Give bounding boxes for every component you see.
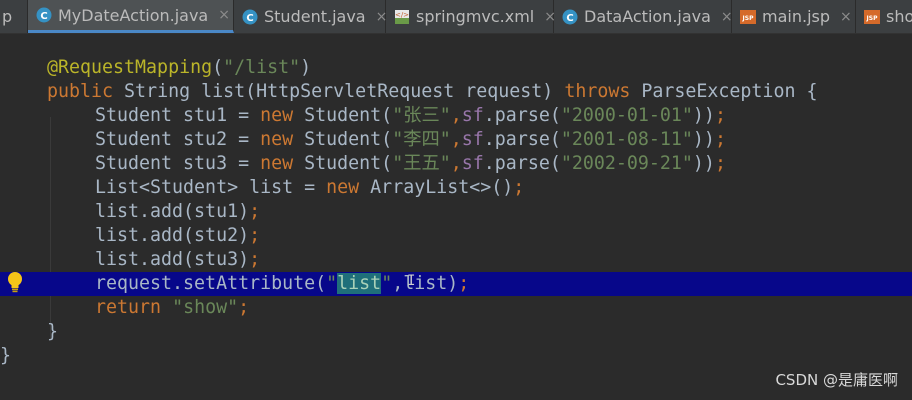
tab-partial-left[interactable]: p [0,0,28,33]
string-literal: "show" [172,297,239,318]
keyword-token: return [95,297,162,318]
code-line-6[interactable]: List<Student> list = new ArrayList<>(); [0,176,912,200]
svg-text:C: C [566,13,573,24]
code-line-2[interactable]: public String list(HttpServletRequest re… [0,80,912,104]
jsp-file-icon: JSP [864,9,880,25]
tab-student-java[interactable]: C Student.java × [234,0,387,33]
string-literal: "/list" [223,57,301,78]
string-literal: "王五" [392,153,451,174]
java-class-icon: C [36,7,52,23]
string-literal: "2002-09-21" [560,153,693,174]
tab-show-jsp-partial[interactable]: JSP sho [856,0,912,33]
svg-text:</>: </> [395,11,409,19]
field-token: sf [461,105,484,126]
tab-label: sho [886,7,912,26]
xml-file-icon: </> [394,9,410,25]
code-editor[interactable]: @RequestMapping("/list") public String l… [0,34,912,400]
tab-label: DataAction.java [584,7,711,26]
string-literal: "2001-08-11" [560,129,693,150]
code-line-1[interactable]: @RequestMapping("/list") [0,56,912,80]
keyword-token: new [260,105,294,126]
code-line-11[interactable]: return "show"; [0,296,912,320]
annotation-token: @RequestMapping [47,57,213,78]
close-icon[interactable]: × [721,9,733,25]
code-line-9[interactable]: list.add(stu3); [0,248,912,272]
field-token: sf [461,129,484,150]
tab-label: main.jsp [762,7,830,26]
keyword-token: public [47,81,114,102]
tab-mydateaction-java[interactable]: C MyDateAction.java × [28,0,234,33]
code-line-3[interactable]: Student stu1 = new Student("张三",sf.parse… [0,104,912,128]
java-class-icon: C [562,9,578,25]
watermark-text: CSDN @是庸医啊 [775,371,898,389]
close-icon[interactable]: × [218,7,230,23]
tab-main-jsp[interactable]: JSP main.jsp × [732,0,856,33]
tab-label: Student.java [264,7,366,26]
keyword-token: throws [564,81,631,102]
string-literal: "李四" [392,129,451,150]
keyword-token: new [260,153,294,174]
tab-springmvc-xml[interactable]: </> springmvc.xml × [386,0,556,33]
code-line-10-current[interactable]: request.setAttribute("list",list); [0,272,912,296]
jsp-icon-text: JSP [742,15,755,22]
tab-label: springmvc.xml [416,7,535,26]
jsp-icon-text: JSP [866,15,879,22]
keyword-token: new [260,129,294,150]
lightbulb-icon[interactable] [6,271,24,293]
selected-text[interactable]: list [337,273,382,294]
code-line-7[interactable]: list.add(stu1); [0,200,912,224]
editor-tab-bar: p C MyDateAction.java × C Student.java ×… [0,0,912,34]
string-literal: "张三" [392,105,451,126]
code-line-5[interactable]: Student stu3 = new Student("王五",sf.parse… [0,152,912,176]
tab-dataaction-java[interactable]: C DataAction.java × [554,0,733,33]
i-beam-cursor-icon: I [407,273,416,289]
code-line-4[interactable]: Student stu2 = new Student("李四",sf.parse… [0,128,912,152]
code-line-13[interactable]: } [0,344,912,368]
tab-label: p [2,7,13,26]
svg-text:C: C [40,11,47,22]
string-literal: "2000-01-01" [560,105,693,126]
tab-label: MyDateAction.java [58,5,209,25]
code-line-8[interactable]: list.add(stu2); [0,224,912,248]
keyword-token: new [326,177,360,198]
svg-text:C: C [246,13,253,24]
jsp-file-icon: JSP [740,9,756,25]
code-line-12[interactable]: } [0,320,912,344]
close-icon[interactable]: × [840,9,852,25]
field-token: sf [461,153,484,174]
java-class-icon: C [242,9,258,25]
